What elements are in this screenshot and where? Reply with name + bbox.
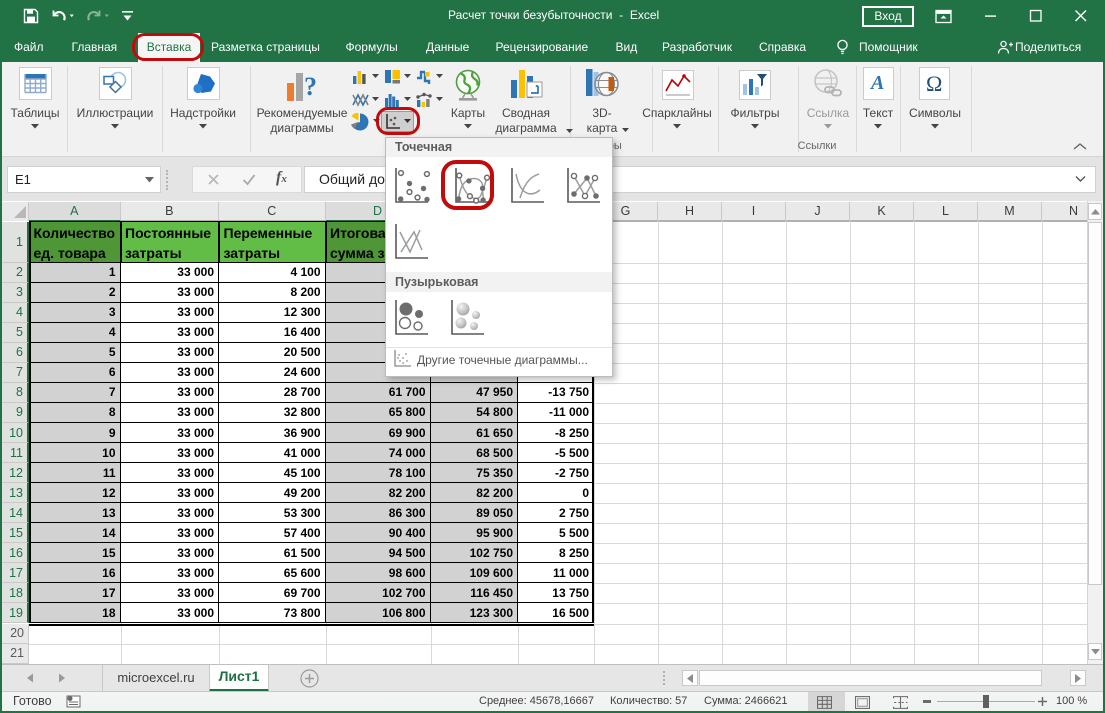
svg-text:?: ? — [304, 72, 317, 101]
svg-text:A: A — [869, 72, 884, 94]
svg-text:Ω: Ω — [926, 71, 942, 96]
